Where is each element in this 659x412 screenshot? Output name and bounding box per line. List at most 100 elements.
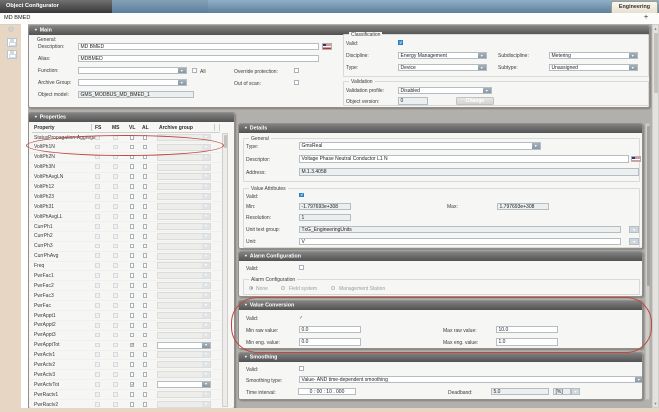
al-checkbox[interactable] [143,204,148,209]
discipline-select[interactable]: Energy Management▼ [398,52,487,60]
al-checkbox[interactable] [143,155,148,160]
archive-group-select[interactable]: ▼ [78,79,187,87]
gear-icon[interactable]: ⚙ [6,25,16,34]
type-select[interactable]: Device▼ [398,64,487,72]
vl-checkbox[interactable] [130,194,135,199]
vl-checkbox[interactable] [130,352,135,357]
table-row[interactable]: PwrRactv1 ▼ [29,390,221,400]
fs-checkbox[interactable] [95,204,100,209]
alarm-valid-checkbox[interactable] [299,265,304,270]
table-row[interactable]: VoltPh23 ▼ [29,192,221,202]
fs-checkbox[interactable] [95,352,100,357]
unit-field[interactable]: V [299,238,621,246]
fs-checkbox[interactable] [95,155,100,160]
vl-checkbox[interactable] [130,273,135,278]
details-panel-header[interactable]: ▼Details [239,124,642,133]
function-all-checkbox[interactable] [192,68,197,73]
archive-group-select[interactable]: ▼ [157,332,211,339]
ms-checkbox[interactable] [113,333,118,338]
table-row[interactable]: VoltPh2N ▼ [29,153,221,163]
tab-object-configurator[interactable]: Object Configurator [0,0,112,13]
al-checkbox[interactable] [143,352,148,357]
vl-checkbox[interactable] [130,263,135,268]
fs-checkbox[interactable] [95,224,100,229]
value-conversion-header[interactable]: ▼Value Conversion [239,301,642,310]
vl-checkbox[interactable] [130,392,135,397]
ms-checkbox[interactable] [113,204,118,209]
table-row[interactable]: VoltPh1N ▼ [29,143,221,153]
vl-checkbox[interactable] [130,313,135,318]
archive-group-select[interactable]: ▼ [157,164,211,171]
subtype-select[interactable]: Unassigned▼ [549,64,638,72]
fs-checkbox[interactable] [95,174,100,179]
vl-checkbox[interactable] [130,333,135,338]
scroll-down-icon[interactable]: ▼ [653,401,658,406]
archive-group-select[interactable]: ▼ [157,312,211,319]
archive-group-select[interactable]: ▼ [157,203,211,210]
al-checkbox[interactable] [143,214,148,219]
fs-checkbox[interactable] [95,293,100,298]
ms-checkbox[interactable] [113,164,118,169]
override-protection-checkbox[interactable] [294,68,299,73]
vl-checkbox[interactable] [130,224,135,229]
table-row[interactable]: VoltPh12 ▼ [29,182,221,192]
ms-checkbox[interactable] [113,174,118,179]
details-scrollbar-thumb[interactable] [647,126,650,286]
ms-checkbox[interactable] [113,253,118,258]
ms-checkbox[interactable] [113,382,118,387]
fs-checkbox[interactable] [95,244,100,249]
properties-scrollbar[interactable] [222,133,228,407]
ms-checkbox[interactable] [113,273,118,278]
archive-group-select[interactable]: ▼ [157,134,211,141]
vl-checkbox[interactable] [130,155,135,160]
al-checkbox[interactable] [143,234,148,239]
ms-checkbox[interactable] [113,343,118,348]
ms-checkbox[interactable] [113,214,118,219]
properties-panel-header[interactable]: ▼Properties [29,113,234,122]
al-checkbox[interactable] [143,164,148,169]
ms-checkbox[interactable] [113,135,118,140]
fs-checkbox[interactable] [95,372,100,377]
min-eng-field[interactable]: 0.0 [299,338,361,346]
al-checkbox[interactable] [143,343,148,348]
fs-checkbox[interactable] [95,145,100,150]
vl-checkbox[interactable] [130,145,135,150]
al-checkbox[interactable] [143,244,148,249]
smoothing-valid-checkbox[interactable] [299,366,304,371]
ms-checkbox[interactable] [113,145,118,150]
save-all-icon[interactable] [7,50,17,59]
vl-checkbox[interactable] [130,362,135,367]
ms-checkbox[interactable] [113,352,118,357]
fs-checkbox[interactable] [95,323,100,328]
vl-checkbox[interactable] [130,164,135,169]
ms-checkbox[interactable] [113,194,118,199]
unit-text-group-dropdown[interactable]: ▼ [629,226,639,234]
archive-group-select[interactable]: ▼ [157,322,211,329]
table-row[interactable]: PwrFac ▼ [29,301,221,311]
ms-checkbox[interactable] [113,293,118,298]
fs-checkbox[interactable] [95,333,100,338]
table-row[interactable]: PwrFac3 ▼ [29,291,221,301]
al-checkbox[interactable] [143,273,148,278]
column-property[interactable]: Property [34,125,55,131]
ms-checkbox[interactable] [113,263,118,268]
table-row[interactable]: PwrActvTot ▼ [29,380,221,390]
vl-checkbox[interactable] [130,323,135,328]
al-checkbox[interactable] [143,372,148,377]
tab-engineering[interactable]: Engineering [611,1,658,13]
fs-checkbox[interactable] [95,214,100,219]
vl-checkbox[interactable] [130,234,135,239]
table-row[interactable]: PwrActv2 ▼ [29,360,221,370]
al-checkbox[interactable] [143,174,148,179]
fs-checkbox[interactable] [95,313,100,318]
vl-checkbox[interactable] [130,293,135,298]
al-checkbox[interactable] [143,362,148,367]
window-scrollbar-thumb[interactable] [654,33,658,93]
fs-checkbox[interactable] [95,392,100,397]
archive-group-select[interactable]: ▼ [157,253,211,260]
table-row[interactable]: PwrFac1 ▼ [29,271,221,281]
smoothing-header[interactable]: ▼Smoothing [239,353,642,362]
deadband-unit-dropdown[interactable]: ▼ [571,388,580,396]
fs-checkbox[interactable] [95,283,100,288]
column-fs[interactable]: FS [95,125,101,131]
